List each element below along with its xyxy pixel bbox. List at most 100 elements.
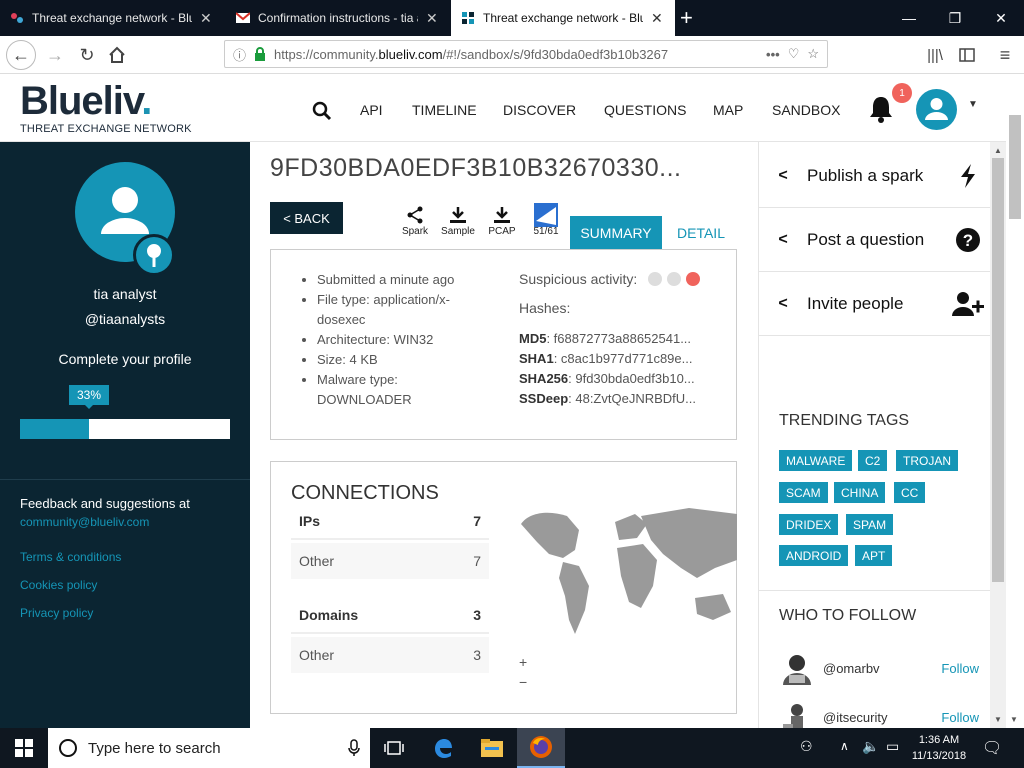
restore-icon[interactable]: ❐ bbox=[932, 0, 978, 36]
forward-arrow-icon[interactable]: → bbox=[40, 40, 70, 70]
tag-dridex[interactable]: DRIDEX bbox=[779, 514, 839, 535]
more-actions-icon[interactable]: ••• bbox=[766, 47, 780, 62]
minimize-icon[interactable]: — bbox=[886, 0, 932, 36]
feedback-email-link[interactable]: community@blueliv.com bbox=[20, 515, 149, 529]
chevron-left-icon: < bbox=[778, 230, 788, 248]
follow-button[interactable]: Follow bbox=[941, 661, 979, 676]
follow-user-handle[interactable]: @omarbv bbox=[823, 661, 880, 676]
tab-summary[interactable]: SUMMARY bbox=[570, 216, 662, 249]
avatar[interactable] bbox=[779, 651, 815, 685]
profile-handle: @tiaanalysts bbox=[84, 311, 166, 327]
virustotal-button[interactable]: 51/61 bbox=[526, 203, 566, 237]
user-avatar[interactable] bbox=[916, 89, 957, 130]
tag-spam[interactable]: SPAM bbox=[846, 514, 894, 535]
hash-sha1[interactable]: SHA1: c8ac1b977d771c89e... bbox=[519, 349, 719, 369]
connections-panel: CONNECTIONS IPs 7 Other 7 Domains 3 Other 3 … bbox=[270, 461, 737, 714]
page-scrollbar[interactable]: ▲ ▼ bbox=[990, 142, 1006, 728]
nav-sandbox[interactable]: SANDBOX bbox=[772, 102, 840, 118]
scroll-up-icon[interactable]: ▲ bbox=[994, 146, 1002, 155]
tag-cc[interactable]: CC bbox=[894, 482, 926, 503]
invite-people-action[interactable]: < Invite people bbox=[759, 272, 991, 336]
publish-spark-action[interactable]: < Publish a spark bbox=[759, 144, 991, 208]
back-arrow-icon[interactable]: ← bbox=[6, 40, 36, 70]
tag-china[interactable]: CHINA bbox=[834, 482, 886, 503]
nav-api[interactable]: API bbox=[360, 102, 383, 118]
privacy-link[interactable]: Privacy policy bbox=[20, 606, 93, 620]
tag-c2[interactable]: C2 bbox=[858, 450, 888, 471]
hash-md5[interactable]: MD5: f68872773a88652541... bbox=[519, 329, 719, 349]
home-icon[interactable] bbox=[102, 40, 132, 70]
follow-button[interactable]: Follow bbox=[941, 710, 979, 725]
windows-start-icon[interactable] bbox=[0, 728, 48, 768]
edge-browser-icon[interactable] bbox=[419, 728, 467, 768]
scrollbar-thumb[interactable] bbox=[992, 158, 1004, 582]
terms-link[interactable]: Terms & conditions bbox=[20, 550, 121, 564]
show-hidden-icons[interactable]: ∧ bbox=[840, 739, 849, 753]
lightning-icon bbox=[961, 163, 975, 188]
sample-download-button[interactable]: Sample bbox=[438, 204, 478, 237]
browser-tab[interactable]: Confirmation instructions - tia analyst … bbox=[226, 0, 450, 36]
scroll-down-icon[interactable]: ▼ bbox=[1010, 715, 1018, 724]
volume-muted-icon[interactable]: 🔈 bbox=[862, 738, 879, 755]
pocket-icon[interactable]: ♡ bbox=[788, 46, 800, 62]
nav-questions[interactable]: QUESTIONS bbox=[604, 102, 686, 118]
close-tab-icon[interactable]: ✕ bbox=[651, 10, 663, 27]
info-icon[interactable]: ⓘ bbox=[233, 45, 246, 64]
domains-other-row[interactable]: Other 3 bbox=[291, 637, 489, 673]
search-icon[interactable] bbox=[312, 101, 332, 121]
cookies-link[interactable]: Cookies policy bbox=[20, 578, 97, 592]
clock-time: 1:36 AM bbox=[918, 734, 960, 746]
tag-android[interactable]: ANDROID bbox=[779, 545, 849, 566]
library-icon[interactable]: |||\ bbox=[920, 40, 950, 70]
tab-detail[interactable]: DETAIL bbox=[670, 216, 732, 249]
blueliv-logo[interactable]: Blueliv. THREAT EXCHANGE NETWORK bbox=[20, 81, 192, 135]
browser-tab-active[interactable]: Threat exchange network - Blueliv ✕ bbox=[451, 0, 675, 36]
reload-icon[interactable]: ↻ bbox=[72, 40, 102, 70]
url-bar[interactable]: ⓘ https://community.blueliv.com/#!/sandb… bbox=[224, 40, 828, 68]
nav-discover[interactable]: DISCOVER bbox=[503, 102, 576, 118]
spark-button[interactable]: Spark bbox=[395, 204, 435, 237]
post-question-action[interactable]: < Post a question ? bbox=[759, 208, 991, 272]
zoom-out-button[interactable]: − bbox=[519, 674, 527, 690]
world-map[interactable] bbox=[519, 502, 737, 642]
nav-map[interactable]: MAP bbox=[713, 102, 743, 118]
who-to-follow-title: WHO TO FOLLOW bbox=[779, 607, 917, 624]
file-explorer-icon[interactable] bbox=[468, 728, 516, 768]
new-tab-icon[interactable]: + bbox=[680, 5, 693, 31]
hash-ssdeep[interactable]: SSDeep: 48:ZvtQeJNRBDfU... bbox=[519, 389, 719, 409]
taskbar-search-box[interactable]: Type here to search bbox=[48, 728, 370, 768]
ips-other-row[interactable]: Other 7 bbox=[291, 543, 489, 579]
right-sidebar: < Publish a spark < Post a question ? < … bbox=[758, 142, 991, 730]
browser-tab[interactable]: Threat exchange network - Blueliv ✕ bbox=[0, 0, 225, 36]
tag-malware[interactable]: MALWARE bbox=[779, 450, 853, 471]
action-center-icon[interactable]: 🗨 bbox=[982, 738, 1002, 758]
browser-scrollbar[interactable]: ▼ bbox=[1006, 75, 1024, 728]
hamburger-menu-icon[interactable]: ≡ bbox=[990, 40, 1020, 70]
zoom-in-button[interactable]: + bbox=[519, 654, 527, 670]
back-button[interactable]: < BACK bbox=[270, 202, 343, 234]
taskbar-clock[interactable]: 1:36 AM 11/13/2018 bbox=[906, 732, 972, 764]
firefox-icon[interactable] bbox=[517, 728, 565, 768]
people-icon[interactable]: ⚇ bbox=[800, 738, 813, 755]
bookmark-star-icon[interactable]: ☆ bbox=[807, 46, 819, 62]
nav-timeline[interactable]: TIMELINE bbox=[412, 102, 477, 118]
close-tab-icon[interactable]: ✕ bbox=[426, 10, 438, 27]
tag-trojan[interactable]: TROJAN bbox=[896, 450, 958, 471]
scrollbar-thumb[interactable] bbox=[1009, 115, 1021, 219]
notification-bell-icon[interactable] bbox=[868, 95, 894, 123]
microphone-icon[interactable] bbox=[348, 739, 360, 757]
hash-sha256[interactable]: SHA256: 9fd30bda0edf3b10... bbox=[519, 369, 719, 389]
sidebar-toggle-icon[interactable] bbox=[952, 40, 982, 70]
follow-user-handle[interactable]: @itsecurity bbox=[823, 710, 888, 725]
tag-apt[interactable]: APT bbox=[855, 545, 893, 566]
caret-down-icon[interactable]: ▼ bbox=[968, 99, 978, 110]
window-close-icon[interactable]: ✕ bbox=[978, 0, 1024, 36]
close-tab-icon[interactable]: ✕ bbox=[200, 10, 212, 27]
task-view-icon[interactable] bbox=[370, 728, 418, 768]
complete-profile-label[interactable]: Complete your profile bbox=[0, 351, 250, 367]
scroll-down-icon[interactable]: ▼ bbox=[994, 715, 1002, 724]
pcap-download-button[interactable]: PCAP bbox=[482, 204, 522, 237]
network-icon[interactable]: ▭ bbox=[886, 738, 899, 755]
tag-scam[interactable]: SCAM bbox=[779, 482, 828, 503]
suspicious-activity: Suspicious activity: bbox=[519, 271, 701, 287]
